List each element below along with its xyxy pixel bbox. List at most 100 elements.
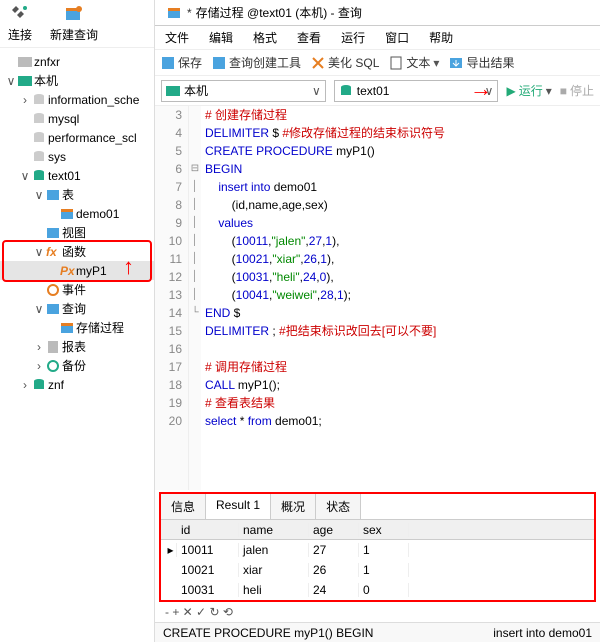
db-tree: znfxr ∨本机 ›information_sche mysql perfor… xyxy=(0,48,154,642)
fold-column: ⊟│││││││└ xyxy=(189,106,201,490)
grid-row[interactable]: ▸ 10011 jalen 27 1 xyxy=(161,540,594,560)
code-area[interactable]: # 创建存储过程 DELIMITER $ #修改存储过程的结束标识符号 CREA… xyxy=(201,106,600,490)
line-gutter: 34567891011121314151617181920 xyxy=(155,106,189,490)
function-icon: Px xyxy=(60,264,74,278)
status-right: insert into demo01 xyxy=(493,626,592,640)
query-file-icon xyxy=(60,321,74,335)
tab-profile[interactable]: 概况 xyxy=(271,494,316,519)
tab-query[interactable]: * 存储过程 @text01 (本机) - 查询 xyxy=(159,1,370,24)
tab-bar: * 存储过程 @text01 (本机) - 查询 xyxy=(155,0,600,26)
nav-icons[interactable]: - + ✕ ✓ ↻ ⟲ xyxy=(165,605,233,619)
run-button[interactable]: ▶运行▾ xyxy=(506,82,551,99)
menu-bar: 文件 编辑 格式 查看 运行 窗口 帮助 xyxy=(155,26,600,50)
text-button[interactable]: 文本▾ xyxy=(389,54,439,71)
new-query-icon xyxy=(64,4,84,24)
tree-conn-znfxr[interactable]: znfxr xyxy=(0,52,154,71)
export-button[interactable]: 导出结果 xyxy=(449,54,514,71)
tab-title: 存储过程 @text01 (本机) - 查询 xyxy=(196,4,362,21)
tree-conn-local[interactable]: ∨本机 xyxy=(0,71,154,90)
annotation-arrow-right-icon: → xyxy=(470,76,492,102)
query-icon xyxy=(46,302,60,316)
tree-db-znf[interactable]: ›znf xyxy=(0,375,154,394)
menu-view[interactable]: 查看 xyxy=(297,29,321,46)
tree-views[interactable]: 视图 xyxy=(0,223,154,242)
result-panel: 信息 Result 1 概况 状态 id name age sex ▸ 1001… xyxy=(159,492,596,602)
save-button[interactable]: 保存 xyxy=(161,54,202,71)
modified-indicator: * xyxy=(187,6,192,20)
table-icon xyxy=(60,207,74,221)
backup-icon xyxy=(46,359,60,373)
tree-fn-myP1[interactable]: PxmyP1 xyxy=(0,261,154,280)
tree-functions[interactable]: ∨fx函数 xyxy=(0,242,154,261)
tree-db-mysql[interactable]: mysql xyxy=(0,109,154,128)
row-marker-icon: ▸ xyxy=(161,543,177,557)
beautify-icon xyxy=(311,56,325,70)
tree-db-text01[interactable]: ∨text01 xyxy=(0,166,154,185)
connect-button[interactable]: 连接 xyxy=(8,4,32,43)
stop-icon: ■ xyxy=(560,84,567,98)
result-grid[interactable]: id name age sex ▸ 10011 jalen 27 1 10021… xyxy=(161,520,594,600)
chevron-down-icon: ∨ xyxy=(312,84,321,98)
grid-row[interactable]: 10031 heli 24 0 xyxy=(161,580,594,600)
text-icon xyxy=(389,56,403,70)
plug-icon xyxy=(10,4,30,24)
event-icon xyxy=(46,283,60,297)
tab-result1[interactable]: Result 1 xyxy=(206,494,271,519)
tree-db-sys[interactable]: sys xyxy=(0,147,154,166)
tree-tables[interactable]: ∨表 xyxy=(0,185,154,204)
tree-table-demo01[interactable]: demo01 xyxy=(0,204,154,223)
host-select[interactable]: 本机∨ xyxy=(161,80,326,102)
database-icon xyxy=(339,84,353,98)
builder-icon xyxy=(212,56,226,70)
tree-queries[interactable]: ∨查询 xyxy=(0,299,154,318)
connection-icon xyxy=(166,84,180,98)
sidebar-toolbar: 连接 新建查询 xyxy=(0,0,154,48)
menu-window[interactable]: 窗口 xyxy=(385,29,409,46)
editor-panel: * 存储过程 @text01 (本机) - 查询 文件 编辑 格式 查看 运行 … xyxy=(155,0,600,642)
status-bar: CREATE PROCEDURE myP1() BEGIN insert int… xyxy=(155,622,600,642)
sidebar: 连接 新建查询 znfxr ∨本机 ›information_sche mysq… xyxy=(0,0,155,642)
new-query-button[interactable]: 新建查询 xyxy=(50,4,98,43)
grid-header: id name age sex xyxy=(161,520,594,540)
grid-nav-toolbar: - + ✕ ✓ ↻ ⟲ xyxy=(155,602,600,622)
table-group-icon xyxy=(46,188,60,202)
export-icon xyxy=(449,56,463,70)
grid-row[interactable]: 10021 xiar 26 1 xyxy=(161,560,594,580)
query-file-icon xyxy=(167,6,181,20)
query-builder-button[interactable]: 查询创建工具 xyxy=(212,54,301,71)
menu-help[interactable]: 帮助 xyxy=(429,29,453,46)
toolbar: 保存 查询创建工具 美化 SQL 文本▾ 导出结果 xyxy=(155,50,600,76)
beautify-button[interactable]: 美化 SQL xyxy=(311,54,379,71)
menu-file[interactable]: 文件 xyxy=(165,29,189,46)
view-icon xyxy=(46,226,60,240)
tab-info[interactable]: 信息 xyxy=(161,494,206,519)
database-icon xyxy=(32,150,46,164)
status-left: CREATE PROCEDURE myP1() BEGIN xyxy=(163,626,373,640)
menu-run[interactable]: 运行 xyxy=(341,29,365,46)
tab-status[interactable]: 状态 xyxy=(316,494,361,519)
tree-events[interactable]: 事件 xyxy=(0,280,154,299)
play-icon: ▶ xyxy=(506,84,515,98)
result-tabs: 信息 Result 1 概况 状态 xyxy=(161,494,594,520)
database-icon xyxy=(32,131,46,145)
connection-row: 本机∨ text01∨ → ▶运行▾ ■停止 xyxy=(155,76,600,106)
database-icon xyxy=(32,378,46,392)
save-icon xyxy=(161,56,175,70)
sql-editor[interactable]: 34567891011121314151617181920 ⊟│││││││└ … xyxy=(155,106,600,490)
tree-backups[interactable]: ›备份 xyxy=(0,356,154,375)
database-icon xyxy=(32,169,46,183)
database-icon xyxy=(32,112,46,126)
function-icon: fx xyxy=(46,245,60,259)
report-icon xyxy=(46,340,60,354)
tree-db-perf-schema[interactable]: performance_scl xyxy=(0,128,154,147)
tree-db-info-schema[interactable]: ›information_sche xyxy=(0,90,154,109)
connection-icon xyxy=(18,74,32,88)
tree-query-storedproc[interactable]: 存储过程 xyxy=(0,318,154,337)
stop-button[interactable]: ■停止 xyxy=(560,82,594,99)
menu-format[interactable]: 格式 xyxy=(253,29,277,46)
tree-reports[interactable]: ›报表 xyxy=(0,337,154,356)
connection-icon xyxy=(18,55,32,69)
menu-edit[interactable]: 编辑 xyxy=(209,29,233,46)
connect-label: 连接 xyxy=(8,26,32,43)
database-icon xyxy=(32,93,46,107)
